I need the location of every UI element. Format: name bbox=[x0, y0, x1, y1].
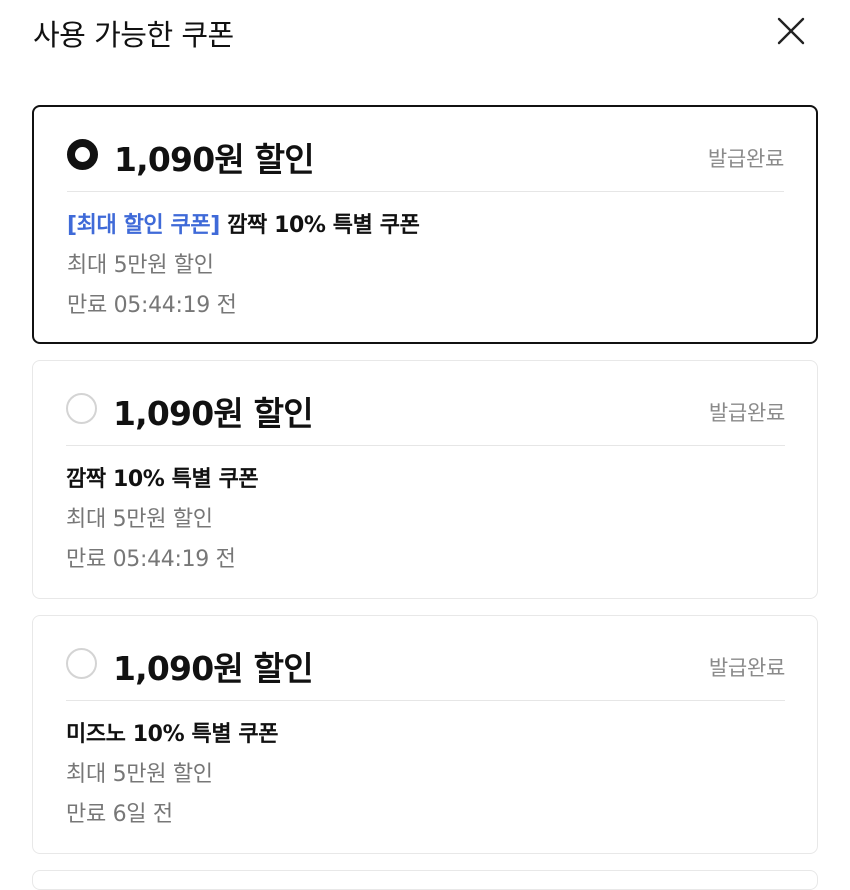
coupon-max-discount: 최대 5만원 할인 bbox=[66, 762, 213, 787]
coupon-radio-selected[interactable] bbox=[67, 139, 98, 170]
divider bbox=[66, 700, 785, 701]
coupon-name-text: 깜짝 10% 특별 쿠폰 bbox=[219, 213, 420, 238]
coupon-amount: 1,090원 할인 bbox=[113, 649, 314, 688]
coupon-expiry: 만료 05:44:19 전 bbox=[66, 547, 236, 572]
coupon-status: 발급완료 bbox=[708, 401, 785, 425]
coupon-name-text: 깜짝 10% 특별 쿠폰 bbox=[66, 467, 259, 492]
coupon-expiry: 만료 05:44:19 전 bbox=[67, 293, 237, 318]
close-button[interactable] bbox=[772, 12, 810, 50]
dialog-title: 사용 가능한 쿠폰 bbox=[33, 18, 234, 52]
coupon-status: 발급완료 bbox=[708, 656, 785, 680]
coupon-status: 발급완료 bbox=[707, 147, 784, 171]
coupon-name: 미즈노 10% 특별 쿠폰 bbox=[66, 716, 279, 748]
coupon-card[interactable]: 1,090원 할인 발급완료 미즈노 10% 특별 쿠폰 최대 5만원 할인 만… bbox=[32, 615, 818, 854]
dialog-header: 사용 가능한 쿠폰 bbox=[0, 0, 850, 70]
coupon-radio[interactable] bbox=[66, 393, 97, 424]
coupon-card[interactable]: 1,090원 할인 발급완료 깜짝 10% 특별 쿠폰 최대 5만원 할인 만료… bbox=[32, 360, 818, 599]
coupon-card-partial[interactable] bbox=[32, 870, 818, 890]
coupon-name-text: 미즈노 10% 특별 쿠폰 bbox=[66, 722, 279, 747]
coupon-card[interactable]: 1,090원 할인 발급완료 [최대 할인 쿠폰] 깜짝 10% 특별 쿠폰 최… bbox=[32, 105, 818, 344]
coupon-list: 1,090원 할인 발급완료 [최대 할인 쿠폰] 깜짝 10% 특별 쿠폰 최… bbox=[32, 105, 818, 870]
coupon-name: 깜짝 10% 특별 쿠폰 bbox=[66, 461, 259, 493]
close-icon[interactable] bbox=[772, 12, 810, 50]
coupon-max-discount: 최대 5만원 할인 bbox=[66, 507, 213, 532]
coupon-max-discount: 최대 5만원 할인 bbox=[67, 253, 214, 278]
coupon-amount: 1,090원 할인 bbox=[113, 394, 314, 433]
coupon-amount: 1,090원 할인 bbox=[114, 140, 315, 179]
coupon-name: [최대 할인 쿠폰] 깜짝 10% 특별 쿠폰 bbox=[67, 207, 420, 239]
coupon-expiry: 만료 6일 전 bbox=[66, 802, 173, 827]
divider bbox=[67, 191, 784, 192]
divider bbox=[66, 445, 785, 446]
coupon-tag: [최대 할인 쿠폰] bbox=[67, 213, 220, 238]
coupon-radio[interactable] bbox=[66, 648, 97, 679]
